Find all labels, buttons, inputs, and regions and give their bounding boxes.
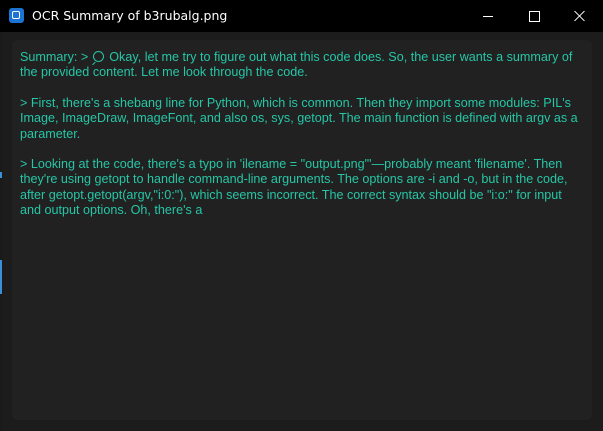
- title-bar[interactable]: OCR Summary of b3rubalg.png: [0, 0, 603, 32]
- minimize-button[interactable]: [465, 0, 511, 32]
- edge-mark: [0, 260, 2, 294]
- search-icon: [92, 51, 104, 62]
- ocr-summary-window: OCR Summary of b3rubalg.png Summary: > O…: [0, 0, 603, 431]
- edge-mark: [0, 172, 2, 178]
- left-edge-strip: [0, 32, 3, 431]
- app-icon: [9, 8, 24, 23]
- summary-paragraph-2: > First, there's a shebang line for Pyth…: [20, 95, 582, 141]
- minimize-icon: [483, 15, 493, 17]
- summary-paragraph-3: > Looking at the code, there's a typo in…: [20, 157, 572, 218]
- close-icon: [574, 10, 586, 22]
- summary-panel[interactable]: Summary: > Okay, let me try to figure ou…: [12, 40, 592, 420]
- summary-paragraph-1: Summary: > Okay, let me try to figure ou…: [20, 50, 584, 81]
- maximize-icon: [528, 10, 540, 22]
- maximize-button[interactable]: [511, 0, 557, 32]
- summary-prefix: Summary: >: [20, 50, 92, 64]
- window-title: OCR Summary of b3rubalg.png: [32, 8, 228, 23]
- close-button[interactable]: [557, 0, 603, 32]
